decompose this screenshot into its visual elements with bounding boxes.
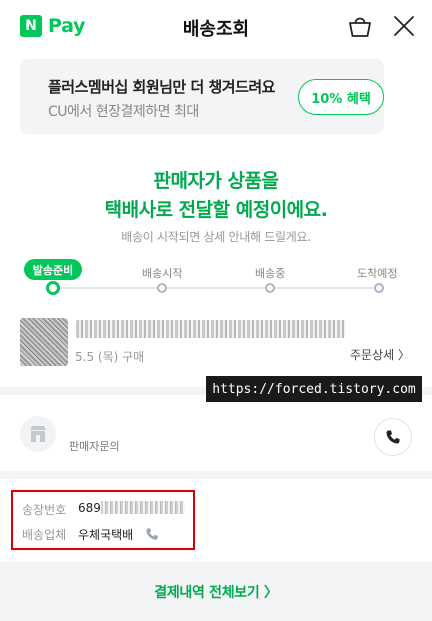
- status-subtext: 배송이 시작되면 상세 안내해 드릴게요.: [121, 230, 311, 244]
- header: N Pay 배송조회: [0, 0, 432, 52]
- product-name-redacted: [76, 320, 346, 338]
- progress-dot: [265, 283, 275, 293]
- product-thumbnail[interactable]: [20, 318, 68, 366]
- shopping-basket-icon[interactable]: [347, 13, 373, 39]
- progress-dot: [157, 283, 167, 293]
- section-divider: [0, 471, 432, 479]
- membership-promo-banner[interactable]: 플러스멤버십 회원님만 더 챙겨드려요 CU에서 현장결제하면 최대 10% 혜…: [20, 59, 384, 134]
- promo-title: 플러스멤버십 회원님만 더 챙겨드려요: [48, 78, 275, 96]
- step-label-in-transit: 배송중: [255, 267, 286, 280]
- step-label-shipping-started: 배송시작: [142, 267, 183, 280]
- store-icon: [20, 416, 56, 452]
- call-seller-button[interactable]: [374, 418, 412, 456]
- phone-icon: [386, 430, 400, 444]
- progress-dot-current: [46, 281, 60, 295]
- carrier-phone-icon[interactable]: [145, 527, 159, 541]
- progress-track: [54, 287, 380, 289]
- carrier-label: 배송업체: [22, 528, 67, 542]
- tracking-number-redacted: [100, 501, 185, 514]
- step-label-arrival-expected: 도착예정: [357, 267, 398, 280]
- progress-dot: [374, 283, 384, 293]
- purchase-date: 5.5 (목) 구매: [75, 350, 145, 364]
- payment-history-footer: 결제내역 전체보기 〉: [0, 562, 432, 621]
- status-headline-1: 판매자가 상품을: [153, 170, 279, 192]
- delivery-info-box: 송장번호 689 배송업체 우체국택배: [11, 490, 195, 550]
- step-badge-current: 발송준비: [24, 259, 82, 280]
- promo-subtitle: CU에서 현장결제하면 최대: [48, 104, 199, 120]
- view-all-payments-link[interactable]: 결제내역 전체보기 〉: [154, 582, 278, 602]
- close-icon[interactable]: [392, 14, 416, 38]
- promo-benefit-button[interactable]: 10% 혜택: [298, 79, 384, 115]
- tracking-number-label: 송장번호: [22, 503, 67, 517]
- tracking-number-value[interactable]: 689: [78, 501, 185, 515]
- seller-contact-row: 판매자문의: [0, 404, 432, 469]
- watermark: https://forced.tistory.com: [206, 376, 422, 402]
- status-headline-2: 택배사로 전달할 예정이에요.: [104, 199, 328, 221]
- delivery-progress-tracker: 발송준비 배송시작 배송중 도착예정: [0, 255, 432, 300]
- product-item: 5.5 (목) 구매 주문상세 〉: [0, 318, 432, 376]
- carrier-value: 우체국택배: [78, 528, 134, 542]
- order-detail-link[interactable]: 주문상세 〉: [350, 346, 410, 363]
- seller-inquiry-label[interactable]: 판매자문의: [69, 438, 120, 454]
